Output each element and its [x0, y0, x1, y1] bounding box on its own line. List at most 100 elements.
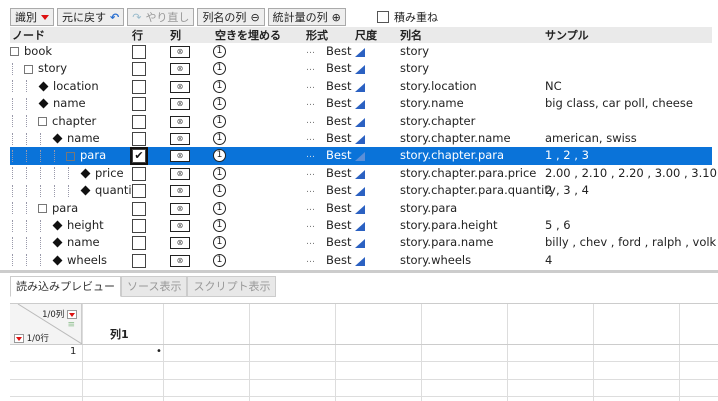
column-name[interactable]: story [400, 60, 429, 77]
row-checkbox[interactable] [132, 236, 146, 251]
column-header-col1[interactable]: 列1 [110, 326, 129, 342]
continuous-scale-icon[interactable] [355, 48, 365, 57]
continuous-scale-icon[interactable] [355, 187, 365, 197]
row-checkbox[interactable] [132, 114, 146, 129]
column-name[interactable]: story.location [400, 78, 477, 95]
redo-button[interactable]: ↷ やり直し [127, 8, 195, 26]
continuous-scale-icon[interactable] [355, 65, 365, 75]
format-menu-icon[interactable]: … [306, 130, 315, 147]
format-menu-icon[interactable]: … [306, 217, 315, 234]
fill-icon[interactable]: 1 [213, 253, 226, 267]
row-checkbox[interactable] [132, 253, 146, 268]
row-checkbox[interactable] [132, 218, 146, 233]
format-value[interactable]: Best [326, 95, 351, 112]
column-name[interactable]: story.chapter [400, 113, 475, 130]
format-value[interactable]: Best [326, 78, 351, 95]
fill-icon[interactable]: 1 [213, 45, 226, 58]
tree-row[interactable]: quantity ⊗ 1 … Best story.chapter.para.q… [10, 182, 712, 199]
fill-icon[interactable]: 1 [213, 236, 226, 250]
continuous-scale-icon[interactable] [355, 82, 365, 92]
fill-icon[interactable]: 1 [213, 149, 226, 163]
tree-row[interactable]: height ⊗ 1 … Best story.para.height 5 , … [10, 217, 712, 234]
format-value[interactable]: Best [326, 113, 351, 130]
tree-row[interactable]: name ⊗ 1 … Best story.para.name billy , … [10, 234, 716, 251]
continuous-scale-icon[interactable] [355, 256, 365, 266]
row-checkbox[interactable] [132, 97, 146, 112]
column-icon[interactable]: ⊗ [170, 254, 190, 267]
format-value[interactable]: Best [326, 182, 351, 199]
format-value[interactable]: Best [326, 60, 351, 77]
continuous-scale-icon[interactable] [355, 239, 365, 249]
format-value[interactable]: Best [326, 43, 351, 60]
fill-icon[interactable]: 1 [213, 184, 226, 198]
continuous-scale-icon[interactable] [355, 169, 365, 179]
row-checkbox[interactable] [132, 62, 146, 77]
continuous-scale-icon[interactable] [355, 204, 365, 214]
column-name[interactable]: story.chapter.name [400, 130, 511, 147]
row-checkbox[interactable] [132, 201, 146, 216]
format-menu-icon[interactable]: … [306, 147, 315, 164]
splitter[interactable] [0, 270, 718, 273]
row-checkbox[interactable] [132, 166, 146, 181]
column-icon[interactable]: ⊗ [170, 80, 190, 93]
column-icon[interactable]: ⊗ [170, 185, 190, 198]
tab-preview[interactable]: 読み込みプレビュー [10, 276, 121, 297]
format-menu-icon[interactable]: … [306, 43, 315, 60]
format-value[interactable]: Best [326, 234, 351, 251]
row-checkbox[interactable] [132, 184, 146, 199]
format-value[interactable]: Best [326, 130, 351, 147]
fill-icon[interactable]: 1 [213, 201, 226, 215]
row-checkbox[interactable] [132, 79, 146, 94]
identify-button[interactable]: 識別 [10, 8, 54, 26]
column-name[interactable]: story.name [400, 95, 464, 112]
row-checkbox[interactable] [132, 131, 146, 146]
tree-row[interactable]: chapter ⊗ 1 … Best story.chapter [10, 113, 712, 130]
format-menu-icon[interactable]: … [306, 113, 315, 130]
format-menu-icon[interactable]: … [306, 182, 315, 199]
continuous-scale-icon[interactable] [355, 100, 365, 110]
column-name[interactable]: story.chapter.para.price [400, 165, 536, 182]
column-name[interactable]: story.para.name [400, 234, 493, 251]
fill-icon[interactable]: 1 [213, 131, 226, 145]
format-menu-icon[interactable]: … [306, 252, 315, 269]
fill-icon[interactable]: 1 [213, 114, 226, 128]
column-icon[interactable]: ⊗ [170, 132, 190, 145]
tree-row[interactable]: para ✔ ⊗ 1 … Best story.chapter.para 1 ,… [10, 147, 712, 166]
row-checkbox[interactable] [132, 45, 146, 59]
fill-icon[interactable]: 1 [213, 218, 226, 232]
column-icon[interactable]: ⊗ [170, 46, 190, 58]
continuous-scale-icon[interactable] [355, 134, 365, 144]
checkbox[interactable] [377, 11, 389, 23]
column-name[interactable]: story.chapter.para.quantity [400, 182, 556, 199]
tree-row[interactable]: name ⊗ 1 … Best story.chapter.name ameri… [10, 130, 712, 147]
format-value[interactable]: Best [326, 165, 351, 182]
column-icon[interactable]: ⊗ [170, 98, 190, 111]
continuous-scale-icon[interactable] [355, 221, 365, 231]
column-name[interactable]: story.wheels [400, 252, 471, 269]
format-value[interactable]: Best [326, 217, 351, 234]
tree-row[interactable]: location ⊗ 1 … Best story.location NC [10, 78, 712, 95]
tree-row[interactable]: wheels ⊗ 1 … Best story.wheels 4 [10, 252, 712, 269]
column-icon[interactable]: ⊗ [170, 219, 190, 232]
cols-menu-icon[interactable] [67, 310, 77, 319]
stats-column-button[interactable]: 統計量の列 ⊕ [267, 8, 346, 26]
colname-column-button[interactable]: 列名の列 ⊖ [197, 8, 265, 26]
column-name[interactable]: story [400, 43, 429, 60]
format-menu-icon[interactable]: … [306, 165, 315, 182]
continuous-scale-icon[interactable] [355, 152, 365, 162]
fill-icon[interactable]: 1 [213, 97, 226, 111]
undo-button[interactable]: 元に戻す ↶ [57, 8, 125, 26]
tree-row[interactable]: book ⊗ 1 … Best story [10, 43, 712, 60]
column-icon[interactable]: ⊗ [170, 115, 190, 128]
column-icon[interactable]: ⊗ [170, 202, 190, 215]
continuous-scale-icon[interactable] [355, 117, 365, 127]
fill-icon[interactable]: 1 [213, 79, 226, 93]
column-icon[interactable]: ⊗ [170, 63, 190, 76]
column-name[interactable]: story.para.height [400, 217, 498, 234]
fill-icon[interactable]: 1 [213, 166, 226, 180]
format-menu-icon[interactable]: … [306, 78, 315, 95]
format-menu-icon[interactable]: … [306, 234, 315, 251]
tab-script[interactable]: スクリプト表示 [187, 276, 277, 297]
tab-source[interactable]: ソース表示 [121, 276, 188, 297]
stack-checkbox[interactable]: 積み重ね [377, 9, 438, 25]
